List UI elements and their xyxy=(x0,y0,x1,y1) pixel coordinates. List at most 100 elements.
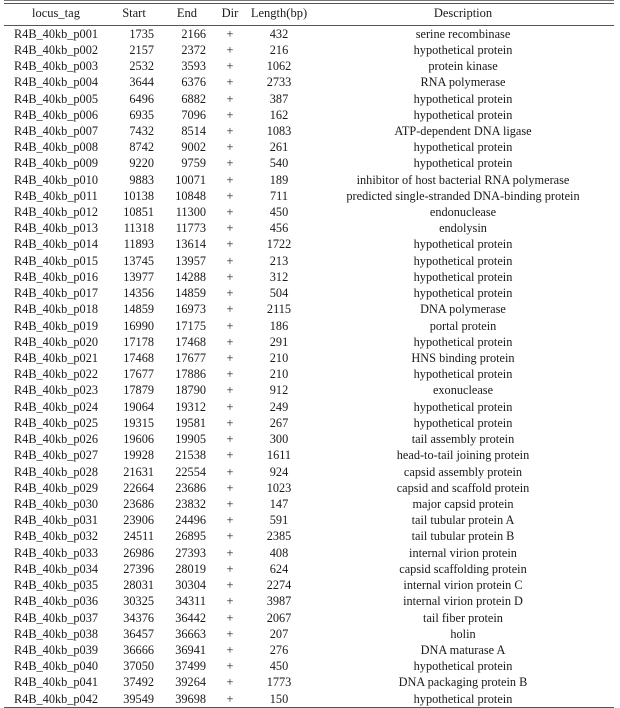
cell-dir: + xyxy=(226,642,234,657)
table-row: R4B_40kb_p031 23906 24496 +591 tail tubular … xyxy=(4,512,614,528)
cell-length: 210 xyxy=(269,351,289,365)
cell-end: 36663 xyxy=(175,626,206,641)
cell-locus-tag: R4B_40kb_p013 xyxy=(13,221,99,236)
cell-description: protein kinase xyxy=(428,59,498,74)
cell-locus-tag: R4B_40kb_p006 xyxy=(13,107,99,122)
table-row: R4B_40kb_p030 23686 23832 +147 major capsid … xyxy=(4,496,614,512)
cell-length: 189 xyxy=(269,172,289,187)
cell-description: hypothetical protein xyxy=(413,269,513,284)
cell-description: hypothetical protein xyxy=(413,253,513,268)
cell-description: capsid assembly protein xyxy=(403,464,523,479)
cell-start: 11318 xyxy=(123,221,154,236)
column-header-dir[interactable]: Dir xyxy=(214,3,246,26)
table-body: R4B_40kb_p001 1735 2166 +432 serine recombin… xyxy=(4,25,614,708)
cell-end: 17886 xyxy=(175,367,206,382)
cell-dir: + xyxy=(226,75,234,90)
cell-description: hypothetical protein xyxy=(413,140,513,155)
cell-locus-tag: R4B_40kb_p038 xyxy=(13,626,99,641)
cell-end: 2372 xyxy=(181,42,206,57)
cell-end: 39698 xyxy=(160,690,214,708)
column-header-start[interactable]: Start xyxy=(108,3,160,26)
cell-end: 13957 xyxy=(175,253,206,268)
table-row: R4B_40kb_p008 8742 9002 +261 hypothetical pr… xyxy=(4,139,614,155)
cell-length: 1722 xyxy=(266,237,292,252)
cell-dir: + xyxy=(226,286,234,301)
cell-dir: + xyxy=(226,188,234,203)
cell-locus-tag: R4B_40kb_p042 xyxy=(4,690,108,708)
cell-start: 24511 xyxy=(123,529,154,544)
cell-start: 6496 xyxy=(129,91,154,106)
table-row: R4B_40kb_p012 10851 11300 +450 endonuclease xyxy=(4,204,614,220)
cell-start: 6935 xyxy=(129,107,154,122)
cell-length: 216 xyxy=(269,42,289,57)
cell-end: 19312 xyxy=(175,399,206,414)
cell-locus-tag: R4B_40kb_p018 xyxy=(13,302,99,317)
gene-annotation-table: locus_tag Start End Dir Length(bp) Descr… xyxy=(4,0,614,708)
cell-locus-tag: R4B_40kb_p030 xyxy=(13,496,99,511)
cell-start: 10851 xyxy=(123,205,154,220)
cell-start: 13977 xyxy=(123,269,154,284)
cell-description: RNA polymerase xyxy=(420,75,506,90)
table-row: R4B_40kb_p025 19315 19581 +267 hypothetical … xyxy=(4,415,614,431)
cell-locus-tag: R4B_40kb_p019 xyxy=(13,318,99,333)
cell-length: 213 xyxy=(269,253,289,268)
table-row: R4B_40kb_p035 28031 30304 +2274 internal vir… xyxy=(4,577,614,593)
cell-description: tail assembly protein xyxy=(411,432,515,447)
cell-dir: + xyxy=(226,480,234,495)
cell-end: 2166 xyxy=(181,26,206,41)
column-header-locus-tag[interactable]: locus_tag xyxy=(4,3,108,26)
cell-description: hypothetical protein xyxy=(413,334,513,349)
table-row: R4B_40kb_p017 14356 14859 +504 hypothetical … xyxy=(4,285,614,301)
cell-end: 16973 xyxy=(175,302,206,317)
cell-end: 18790 xyxy=(175,383,206,398)
cell-length: 1083 xyxy=(266,123,292,138)
cell-start: 14859 xyxy=(123,302,154,317)
table-row: R4B_40kb_p016 13977 14288 +312 hypothetical … xyxy=(4,269,614,285)
cell-dir: + xyxy=(226,383,234,398)
cell-dir: + xyxy=(226,399,234,414)
cell-locus-tag: R4B_40kb_p012 xyxy=(13,205,99,220)
column-header-end[interactable]: End xyxy=(160,3,214,26)
cell-end: 11773 xyxy=(175,221,206,236)
column-header-length[interactable]: Length(bp) xyxy=(246,3,312,26)
table-row: R4B_40kb_p011 10138 10848 +711 predicted sin… xyxy=(4,188,614,204)
table-row: R4B_40kb_p018 14859 16973 +2115 DNA polymera… xyxy=(4,301,614,317)
cell-end: 6376 xyxy=(181,75,206,90)
cell-length: 591 xyxy=(269,513,289,528)
cell-start: 1735 xyxy=(129,26,154,41)
cell-locus-tag: R4B_40kb_p011 xyxy=(14,188,98,203)
table-row: R4B_40kb_p042 39549 39698 +150 hypothetical … xyxy=(4,690,614,708)
cell-description: hypothetical protein xyxy=(413,107,513,122)
cell-dir: + xyxy=(226,42,234,57)
cell-dir: + xyxy=(226,156,234,171)
cell-description: hypothetical protein xyxy=(413,42,513,57)
cell-length: 2115 xyxy=(266,302,292,317)
column-header-description[interactable]: Description xyxy=(312,3,614,26)
cell-description: internal virion protein D xyxy=(403,594,523,609)
cell-end: 27393 xyxy=(175,545,206,560)
cell-locus-tag: R4B_40kb_p026 xyxy=(13,432,99,447)
cell-dir: + xyxy=(226,253,234,268)
cell-description: hypothetical protein xyxy=(413,415,513,430)
cell-description: hypothetical protein xyxy=(312,690,614,708)
cell-description: hypothetical protein xyxy=(413,367,513,382)
cell-length: 387 xyxy=(269,91,289,106)
table-row: R4B_40kb_p005 6496 6882 +387 hypothetical pr… xyxy=(4,91,614,107)
cell-start: 2157 xyxy=(129,42,154,57)
cell-length: 540 xyxy=(269,156,289,171)
table-row: R4B_40kb_p027 19928 21538 +1611 head-to-tail… xyxy=(4,447,614,463)
cell-description: tail tubular protein A xyxy=(411,513,515,528)
table-row: R4B_40kb_p024 19064 19312 +249 hypothetical … xyxy=(4,399,614,415)
cell-description: hypothetical protein xyxy=(413,156,513,171)
cell-description: internal virion protein xyxy=(409,545,517,560)
cell-length: 186 xyxy=(269,318,289,333)
cell-end: 17468 xyxy=(175,334,206,349)
cell-dir: + xyxy=(226,334,234,349)
cell-description: hypothetical protein xyxy=(413,399,513,414)
gene-annotation-table-container: locus_tag Start End Dir Length(bp) Descr… xyxy=(0,0,620,708)
cell-end: 10071 xyxy=(175,172,206,187)
table-row: R4B_40kb_p014 11893 13614 +1722 hypothetical… xyxy=(4,236,614,252)
cell-length: 210 xyxy=(269,367,289,382)
cell-description: hypothetical protein xyxy=(413,91,513,106)
table-row: R4B_40kb_p013 11318 11773 +456 endolysin xyxy=(4,220,614,236)
